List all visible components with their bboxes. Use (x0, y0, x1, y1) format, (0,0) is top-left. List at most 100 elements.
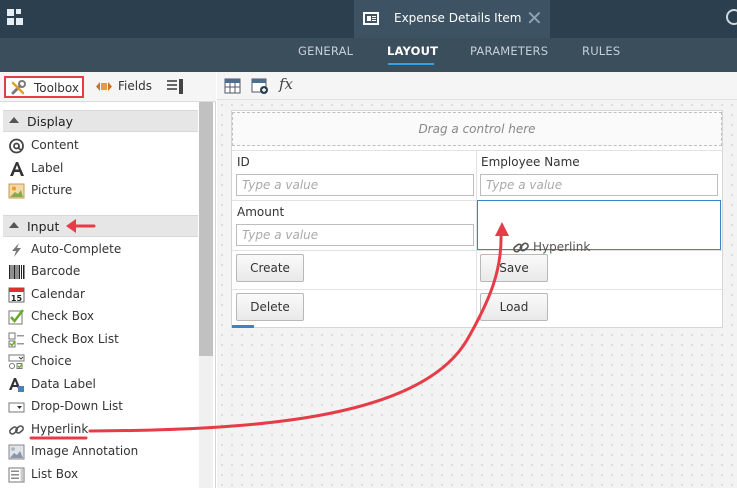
toolbox-item-label: List Box (31, 467, 79, 481)
form-icon (363, 12, 379, 25)
calendar-icon-badge: 15 (11, 294, 23, 303)
delete-button[interactable]: Delete (236, 293, 304, 321)
panel-tabs: Toolbox Fields (0, 72, 216, 102)
toolbox-item-label: Image Annotation (31, 444, 139, 458)
load-button-label: Load (499, 300, 529, 314)
tab-general[interactable]: GENERAL (298, 44, 353, 58)
close-icon[interactable]: ✕ (526, 8, 543, 28)
toolbox-item-label: Check Box (31, 309, 95, 323)
picture-icon (8, 183, 25, 199)
drag-ghost-label: Hyperlink (533, 240, 591, 254)
input-placeholder: Type a value (242, 228, 319, 242)
lightning-icon (12, 243, 21, 257)
tab-parameters[interactable]: PARAMETERS (470, 44, 548, 58)
toolbox-item-hyperlink[interactable]: Hyperlink (6, 420, 196, 440)
link-icon (513, 242, 529, 253)
toolbox-item-barcode[interactable]: Barcode (6, 262, 196, 282)
table-layout-icon[interactable] (224, 78, 241, 94)
section-input-label: Input (27, 219, 60, 234)
image-annotation-icon (8, 444, 25, 460)
grid-row-line (232, 150, 722, 151)
toolbox-item-check-box-list[interactable]: Check Box List (6, 330, 196, 350)
tab-toolbox[interactable]: Toolbox (4, 76, 84, 98)
toolbox-item-label: Data Label (31, 377, 96, 391)
toolbox-item-image-annotation[interactable]: Image Annotation (6, 442, 196, 462)
tab-rules[interactable]: RULES (582, 44, 620, 58)
section-display-label: Display (27, 114, 74, 129)
app-launcher-icon[interactable] (7, 9, 25, 27)
collapse-caret-icon (9, 117, 19, 123)
toolbox-item-label: Barcode (31, 264, 81, 278)
expression-icon[interactable]: fx (279, 75, 293, 93)
save-button[interactable]: Save (480, 254, 548, 282)
employee-name-input[interactable]: Type a value (480, 174, 718, 196)
barcode-icon (9, 265, 25, 279)
toolbox-item-label: Auto-Complete (31, 242, 122, 256)
app-header: Expense Details Item ✕ (0, 0, 737, 38)
list-box-icon (8, 467, 25, 483)
checkbox-icon (8, 309, 24, 325)
choice-icon (8, 354, 25, 369)
designer-nav: GENERAL LAYOUT PARAMETERS RULES (0, 38, 737, 72)
data-label-icon (9, 378, 24, 392)
toolbox-item-label: Label (31, 161, 64, 175)
toolbox-item-drop-down-list[interactable]: Drop-Down List (6, 397, 196, 417)
field-label-employee-name: Employee Name (481, 155, 580, 169)
toolbox-item-label: Check Box List (31, 332, 119, 346)
tab-layout[interactable]: LAYOUT (387, 44, 438, 58)
dropdown-icon (8, 402, 25, 413)
load-button[interactable]: Load (480, 293, 548, 321)
at-sign-icon (9, 138, 24, 154)
selection-marker (232, 325, 254, 328)
section-display[interactable]: Display (3, 110, 198, 132)
create-button-label: Create (250, 261, 290, 275)
canvas-toolbar: fx (217, 72, 737, 100)
tab-toolbox-label: Toolbox (34, 81, 79, 95)
field-label-amount: Amount (237, 205, 285, 219)
toolbox-item-picture[interactable]: Picture (6, 181, 196, 201)
toolbox-item-label: Choice (31, 354, 72, 368)
tab-properties[interactable] (164, 76, 188, 98)
section-input[interactable]: Input (3, 215, 198, 237)
input-placeholder: Type a value (486, 178, 563, 192)
panel-scrollbar-thumb[interactable] (199, 102, 213, 356)
toolbox-item-label-control[interactable]: Label (6, 159, 196, 179)
toolbox-item-label: Hyperlink (31, 422, 89, 436)
drop-zone-text: Drag a control here (418, 122, 536, 136)
delete-button-label: Delete (250, 300, 290, 314)
field-label-id: ID (237, 155, 250, 169)
active-tab-indicator (388, 63, 434, 65)
toolbox-item-calendar[interactable]: 15 Calendar (6, 285, 196, 305)
tab-fields-label: Fields (118, 79, 152, 93)
collapse-caret-icon (9, 222, 19, 228)
toolbox-item-list-box[interactable]: List Box (6, 465, 196, 485)
document-tab[interactable]: Expense Details Item ✕ (354, 0, 550, 38)
toolbox-item-auto-complete[interactable]: Auto-Complete (6, 240, 196, 260)
add-row-icon[interactable] (251, 78, 269, 95)
properties-icon (167, 79, 183, 94)
toolbox-item-check-box[interactable]: Check Box (6, 307, 196, 327)
amount-input[interactable]: Type a value (236, 224, 474, 246)
toolbox-item-label: Picture (31, 183, 73, 197)
drop-zone-placeholder[interactable]: Drag a control here (232, 112, 722, 146)
toolbox-item-label: Drop-Down List (31, 399, 123, 413)
toolbox-item-label: Calendar (31, 287, 85, 301)
toolbox-panel: Toolbox Fields Display Content Label Pic… (0, 72, 216, 488)
toolbox-item-data-label[interactable]: Data Label (6, 375, 196, 395)
toolbox-item-choice[interactable]: Choice (6, 352, 196, 372)
input-placeholder: Type a value (242, 178, 319, 192)
letter-a-icon (10, 162, 24, 176)
tools-icon (11, 80, 26, 95)
settings-icon[interactable] (726, 9, 737, 25)
save-button-label: Save (499, 261, 529, 275)
create-button[interactable]: Create (236, 254, 304, 282)
grid-row-line (232, 250, 722, 251)
grid-row-line (232, 289, 722, 290)
toolbox-item-content[interactable]: Content (6, 136, 196, 156)
document-tab-title: Expense Details Item (394, 11, 522, 25)
toolbox-item-label: Content (31, 138, 79, 152)
tab-fields[interactable]: Fields (92, 76, 156, 98)
checkbox-list-icon (8, 332, 24, 348)
fields-icon (96, 82, 112, 91)
id-input[interactable]: Type a value (236, 174, 474, 196)
